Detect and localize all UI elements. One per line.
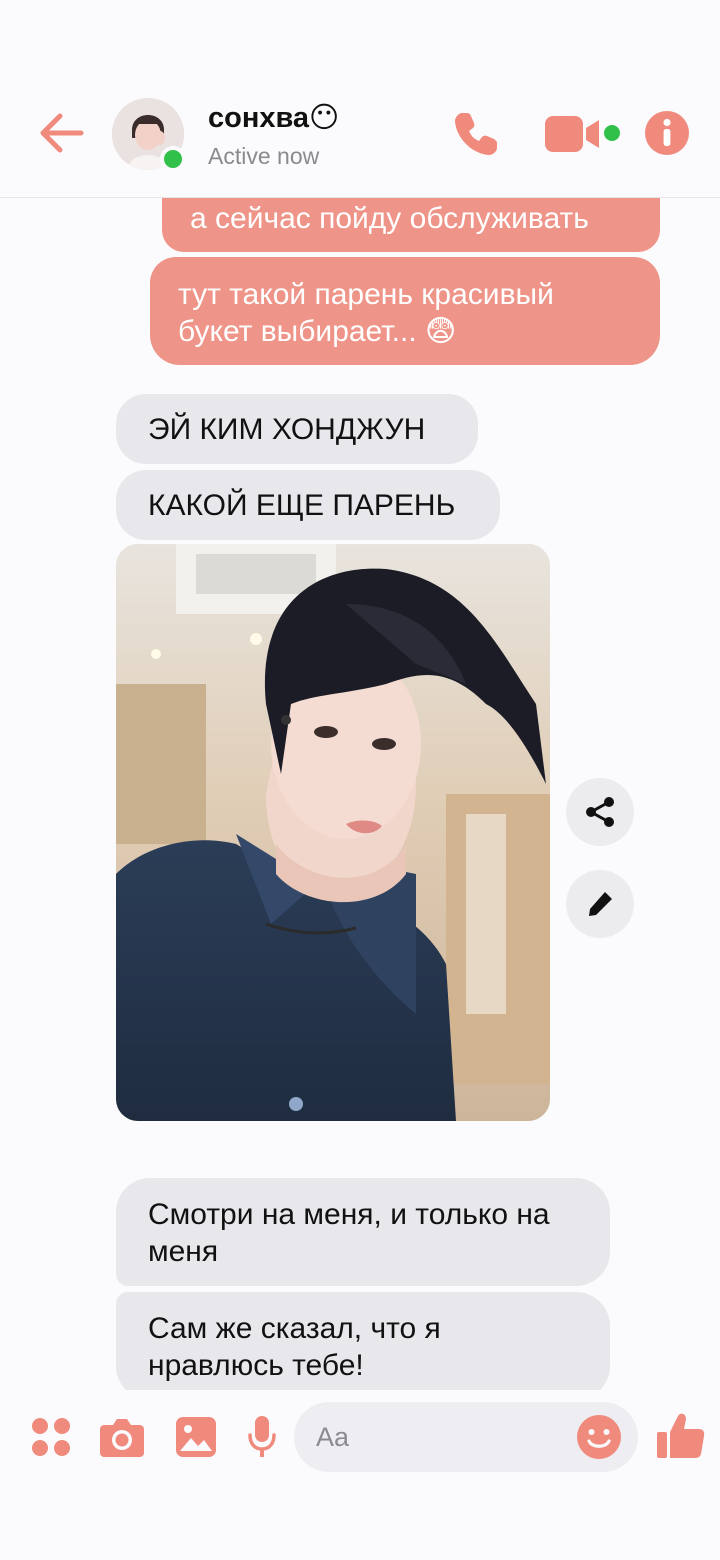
share-button[interactable]	[566, 778, 634, 846]
thumbs-up-icon	[657, 1413, 705, 1458]
message-input[interactable]	[316, 1402, 566, 1472]
contact-avatar[interactable]	[112, 98, 186, 172]
back-button[interactable]	[36, 108, 86, 158]
arrow-left-icon	[40, 113, 84, 153]
phone-icon	[455, 113, 497, 155]
message-input-box[interactable]	[294, 1402, 638, 1472]
share-icon	[586, 797, 614, 827]
emoji-button[interactable]	[576, 1414, 622, 1460]
message-bubble-incoming[interactable]: ЭЙ КИМ ХОНДЖУН	[116, 394, 478, 464]
voice-call-button[interactable]	[450, 108, 502, 160]
pencil-icon	[589, 892, 612, 916]
microphone-icon	[248, 1416, 276, 1457]
contact-status: Active now	[208, 143, 320, 169]
gallery-button[interactable]	[175, 1416, 217, 1458]
edit-button[interactable]	[566, 870, 634, 938]
online-indicator	[160, 146, 186, 172]
video-call-button[interactable]	[544, 114, 600, 154]
apps-icon	[32, 1418, 70, 1456]
camera-icon	[100, 1419, 144, 1457]
like-button[interactable]	[656, 1410, 706, 1460]
smiley-icon	[577, 1415, 621, 1459]
message-bubble-incoming[interactable]: КАКОЙ ЕЩЕ ПАРЕНЬ	[116, 470, 500, 540]
info-button[interactable]	[644, 110, 690, 156]
chat-screen: сонхва😶 Active now а сейчас пойду обслуж…	[0, 0, 720, 1560]
message-bubble-outgoing[interactable]: тут такой парень красивый букет выбирает…	[150, 257, 660, 365]
contact-name[interactable]: сонхва😶	[208, 100, 339, 135]
video-camera-icon	[545, 116, 599, 152]
apps-button[interactable]	[30, 1416, 72, 1458]
message-photo[interactable]	[116, 544, 550, 1121]
image-icon	[176, 1417, 216, 1457]
camera-button[interactable]	[99, 1416, 145, 1458]
chat-header: сонхва😶 Active now	[0, 0, 720, 198]
video-online-dot	[604, 125, 620, 141]
message-bubble-incoming[interactable]: Смотри на меня, и только на меня	[116, 1178, 610, 1286]
info-icon	[645, 111, 689, 155]
message-bubble-incoming[interactable]: Сам же сказал, что я нравлюсь тебе!	[116, 1292, 610, 1400]
microphone-button[interactable]	[247, 1415, 277, 1459]
